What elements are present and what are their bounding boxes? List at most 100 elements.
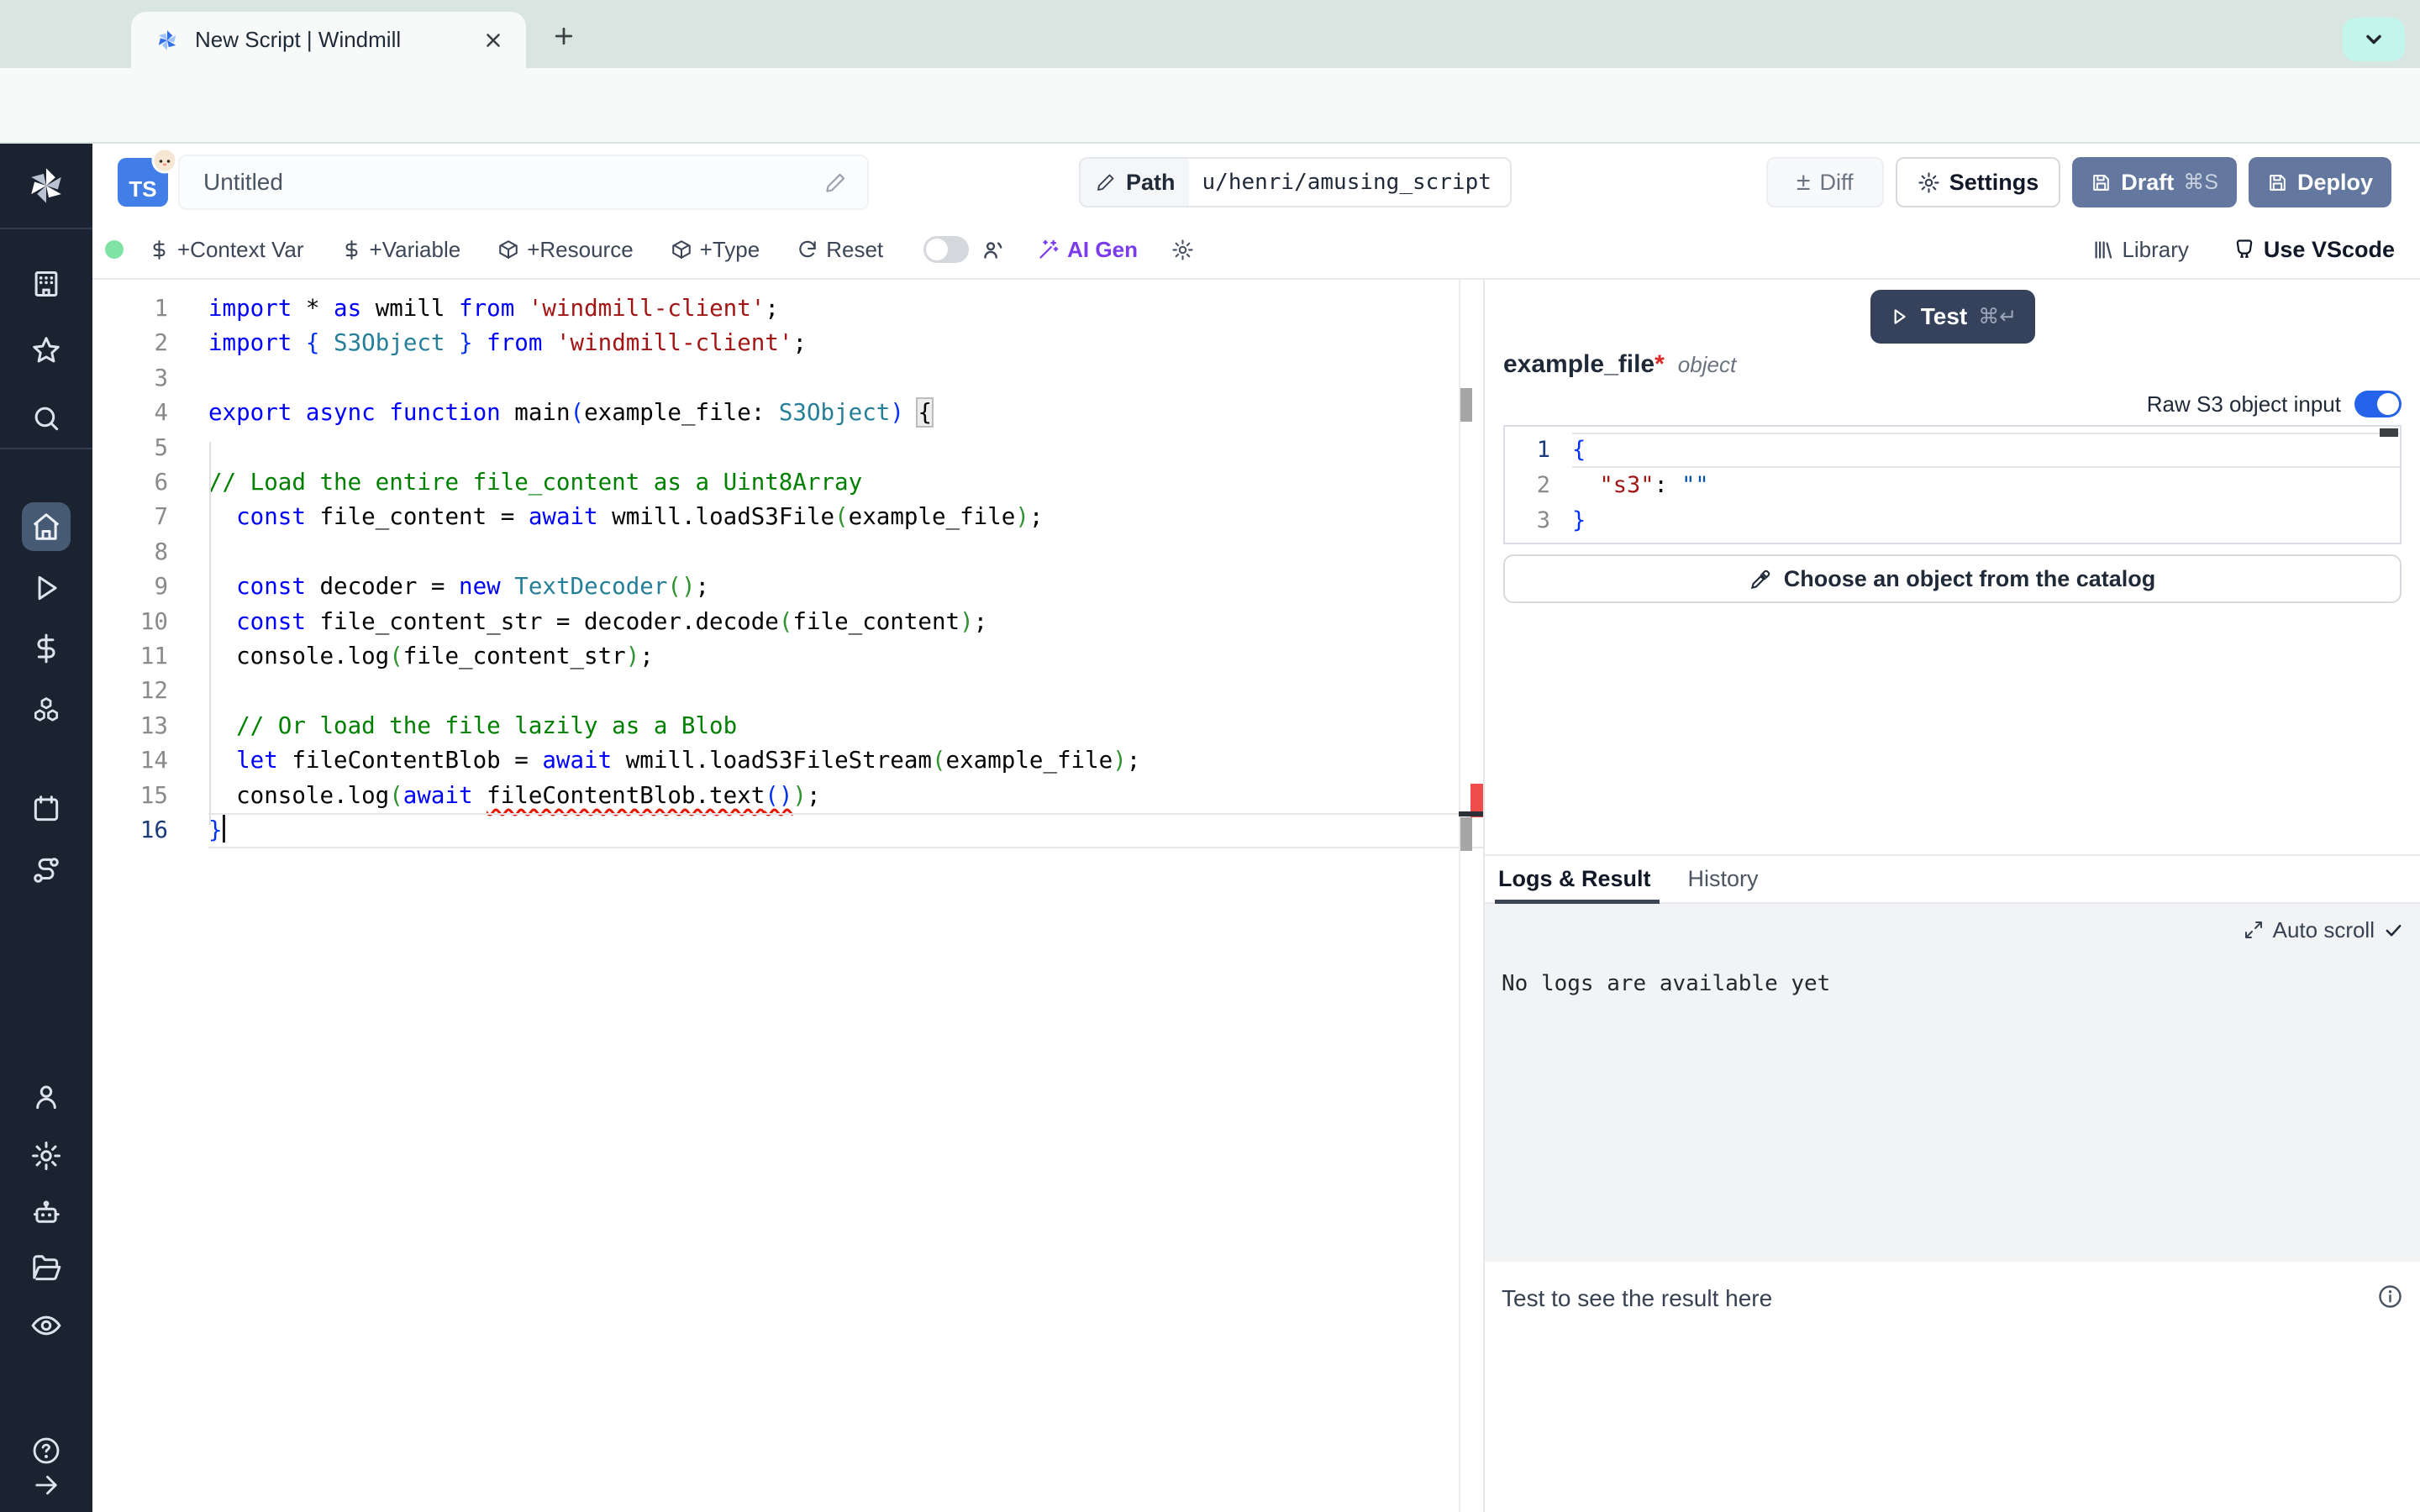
path-value[interactable]: u/henri/amusing_script	[1189, 159, 1510, 206]
test-button[interactable]: Test ⌘↵	[1870, 290, 2035, 344]
code-line-13[interactable]: 13 // Or load the file lazily as a Blob	[92, 709, 1483, 743]
code-line-1[interactable]: 1{	[1505, 433, 2400, 468]
sidebar-item-user[interactable]	[22, 1073, 71, 1121]
sidebar-item-audit-logs[interactable]	[22, 1301, 71, 1350]
add-context-var-button[interactable]: +Context Var	[149, 237, 304, 263]
scrollbar-thumb[interactable]	[1460, 817, 1472, 851]
sidebar-expand-button[interactable]	[22, 1461, 71, 1509]
sidebar-item-schedules[interactable]	[22, 785, 71, 833]
add-resource-button[interactable]: +Resource	[497, 237, 633, 263]
gear-icon	[1918, 171, 1940, 194]
browser-tab-strip: New Script | Windmill	[0, 0, 2420, 68]
diff-button[interactable]: ± Diff	[1766, 157, 1884, 207]
sidebar-item-workspace[interactable]	[22, 260, 71, 308]
code-line-12[interactable]: 12	[92, 674, 1483, 708]
sidebar-item-workers[interactable]	[22, 1189, 71, 1237]
code-line-11[interactable]: 11 console.log(file_content_str);	[92, 639, 1483, 674]
line-number: 9	[92, 570, 208, 604]
scrollbar-thumb[interactable]	[1460, 388, 1472, 422]
no-logs-text: No logs are available yet	[1502, 971, 1830, 996]
deploy-button[interactable]: Deploy	[2249, 157, 2391, 207]
sidebar-item-favorites[interactable]	[22, 326, 71, 375]
line-number: 3	[92, 361, 208, 396]
sidebar-item-settings[interactable]	[22, 1131, 71, 1180]
code-line-16[interactable]: 16}	[92, 813, 1483, 848]
path-group[interactable]: Path u/henri/amusing_script	[1079, 157, 1512, 207]
search-icon	[30, 402, 62, 434]
sidebar-item-folders[interactable]	[22, 1244, 71, 1293]
star-icon	[30, 334, 62, 366]
code-line-6[interactable]: 6// Load the entire file_content as a Ui…	[92, 465, 1483, 500]
code-line-7[interactable]: 7 const file_content = await wmill.loadS…	[92, 500, 1483, 534]
raw-s3-label: Raw S3 object input	[2147, 391, 2341, 417]
code-line-2[interactable]: 2import { S3Object } from 'windmill-clie…	[92, 326, 1483, 360]
lang-status-dot	[105, 240, 124, 259]
line-number: 7	[92, 500, 208, 534]
reset-button[interactable]: Reset	[797, 237, 883, 263]
script-settings-gear-icon[interactable]	[1171, 239, 1194, 261]
add-type-button[interactable]: +Type	[671, 237, 760, 263]
folder-open-icon	[30, 1252, 62, 1284]
raw-s3-toggle[interactable]	[2354, 391, 2402, 417]
dollar-icon	[341, 239, 362, 260]
choose-object-button[interactable]: Choose an object from the catalog	[1503, 554, 2402, 603]
code-line-14[interactable]: 14 let fileContentBlob = await wmill.loa…	[92, 743, 1483, 778]
code-line-3[interactable]: 3}	[1505, 503, 2400, 538]
sidebar-item-variables[interactable]	[22, 624, 71, 673]
line-number: 6	[92, 465, 208, 500]
arg-json-editor[interactable]: 1{2 "s3": ""3}	[1503, 425, 2402, 544]
tab-close-icon[interactable]	[479, 26, 508, 55]
line-number: 11	[92, 639, 208, 674]
multiplayer-toggle[interactable]	[923, 236, 969, 263]
code-line-4[interactable]: 4export async function main(example_file…	[92, 396, 1483, 430]
sidebar-item-runs[interactable]	[22, 564, 71, 612]
pipette-icon	[1749, 568, 1772, 591]
preview-panel: Test ⌘↵ example_file* object Raw S3 obje…	[1483, 280, 2420, 1512]
refresh-icon	[797, 239, 818, 260]
info-icon[interactable]	[2377, 1284, 2403, 1310]
line-number: 13	[92, 709, 208, 743]
tab-history[interactable]: History	[1688, 856, 1759, 902]
sidebar-divider	[0, 228, 92, 229]
draft-button[interactable]: Draft ⌘S	[2072, 157, 2237, 207]
code-line-5[interactable]: 5	[92, 431, 1483, 465]
code-line-9[interactable]: 9 const decoder = new TextDecoder();	[92, 570, 1483, 604]
script-title-field[interactable]: Untitled	[178, 155, 869, 210]
chevron-down-icon	[2362, 28, 2386, 51]
ai-gen-button[interactable]: AI Gen	[1037, 237, 1138, 263]
code-editor[interactable]: 1import * as wmill from 'windmill-client…	[92, 280, 1483, 1512]
sidebar-item-search[interactable]	[22, 394, 71, 443]
settings-button[interactable]: Settings	[1896, 157, 2061, 207]
sidebar-item-flows[interactable]	[22, 846, 71, 895]
line-number: 2	[92, 326, 208, 360]
overview-ruler	[1459, 280, 1460, 1512]
new-tab-button[interactable]	[544, 17, 583, 55]
script-title: Untitled	[203, 169, 283, 196]
line-number: 5	[92, 431, 208, 465]
code-line-1[interactable]: 1import * as wmill from 'windmill-client…	[92, 291, 1483, 326]
line-number: 2	[1505, 468, 1572, 503]
library-button[interactable]: Library	[2091, 237, 2188, 263]
browser-tab[interactable]: New Script | Windmill	[131, 12, 526, 68]
code-line-15[interactable]: 15 console.log(await fileContentBlob.tex…	[92, 779, 1483, 813]
auto-scroll-control[interactable]: Auto scroll	[2244, 917, 2403, 943]
sidebar-item-home[interactable]	[22, 502, 71, 551]
line-number: 10	[92, 605, 208, 639]
code-line-10[interactable]: 10 const file_content_str = decoder.deco…	[92, 605, 1483, 639]
bun-runtime-icon	[151, 147, 178, 174]
code-line-2[interactable]: 2 "s3": ""	[1505, 468, 2400, 503]
sidebar-item-resources[interactable]	[22, 685, 71, 734]
tab-search-chevron-button[interactable]	[2343, 18, 2405, 61]
code-line-8[interactable]: 8	[92, 535, 1483, 570]
robot-icon	[30, 1197, 62, 1229]
edit-title-pencil-icon[interactable]	[824, 171, 847, 194]
windmill-logo[interactable]	[24, 164, 68, 207]
result-placeholder: Test to see the result here	[1502, 1285, 1772, 1312]
arg-name: example_file	[1503, 350, 1655, 379]
tab-logs-result[interactable]: Logs & Result	[1498, 856, 1651, 902]
check-icon	[2384, 921, 2403, 940]
path-label: Path	[1126, 170, 1176, 196]
code-line-3[interactable]: 3	[92, 361, 1483, 396]
use-vscode-button[interactable]: Use VScode	[2233, 237, 2395, 263]
add-variable-button[interactable]: +Variable	[341, 237, 461, 263]
